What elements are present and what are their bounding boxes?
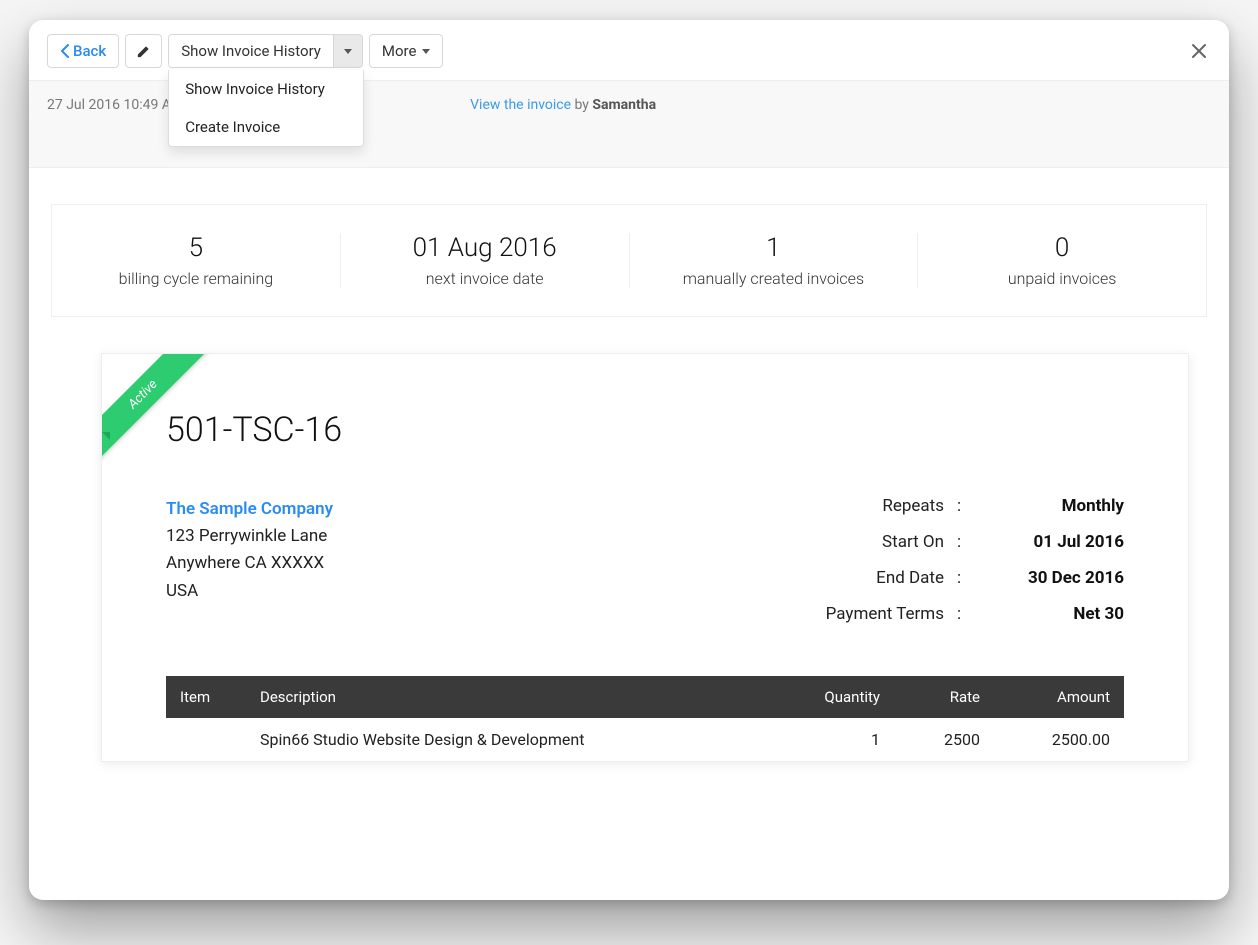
- more-button[interactable]: More: [369, 34, 444, 68]
- stat-value: 5: [52, 233, 340, 263]
- activity-by: by: [575, 97, 593, 113]
- caret-down-icon: [422, 49, 430, 54]
- stat-label: manually created invoices: [630, 269, 918, 288]
- invoice-card: Active 501-TSC-16 The Sample Company 123…: [101, 353, 1189, 762]
- stat-label: unpaid invoices: [918, 269, 1206, 288]
- close-button[interactable]: [1187, 39, 1211, 63]
- more-label: More: [382, 42, 417, 60]
- show-history-dropdown: Show Invoice History Show Invoice Histor…: [168, 34, 363, 68]
- meta-row-end: End Date : 30 Dec 2016: [784, 568, 1124, 604]
- stat-next-invoice: 01 Aug 2016 next invoice date: [341, 233, 630, 288]
- col-rate: Rate: [894, 676, 994, 718]
- company-country: USA: [166, 578, 333, 605]
- history-dropdown-menu: Show Invoice History Create Invoice: [168, 70, 364, 147]
- stat-value: 01 Aug 2016: [341, 233, 629, 263]
- line-items-table: Item Description Quantity Rate Amount Sp…: [166, 676, 1124, 761]
- company-address-2: Anywhere CA XXXXX: [166, 550, 333, 577]
- company-block: The Sample Company 123 Perrywinkle Lane …: [166, 496, 333, 640]
- stat-manual-invoices: 1 manually created invoices: [630, 233, 919, 288]
- cell-rate: 2500: [894, 718, 994, 761]
- company-address-1: 123 Perrywinkle Lane: [166, 523, 333, 550]
- meta-value: 30 Dec 2016: [974, 568, 1124, 588]
- meta-label: Repeats: [784, 496, 944, 516]
- meta-value: 01 Jul 2016: [974, 532, 1124, 552]
- activity-user: Samantha: [592, 97, 656, 113]
- invoice-number: 501-TSC-16: [166, 410, 1124, 450]
- col-item: Item: [166, 676, 246, 718]
- stat-label: next invoice date: [341, 269, 629, 288]
- meta-label: End Date: [784, 568, 944, 588]
- col-quantity: Quantity: [784, 676, 894, 718]
- col-description: Description: [246, 676, 784, 718]
- back-button[interactable]: Back: [47, 34, 119, 68]
- invoice-meta: Repeats : Monthly Start On : 01 Jul 2016…: [784, 496, 1124, 640]
- meta-label: Payment Terms: [784, 604, 944, 624]
- menu-item-show-history[interactable]: Show Invoice History: [169, 70, 363, 108]
- cell-item: [166, 728, 246, 752]
- meta-label: Start On: [784, 532, 944, 552]
- toolbar: Back Show Invoice History Show Invoice H…: [29, 20, 1229, 80]
- meta-value: Net 30: [974, 604, 1124, 624]
- show-history-caret[interactable]: [333, 35, 362, 67]
- cell-quantity: 1: [784, 718, 894, 761]
- back-label: Back: [73, 42, 106, 60]
- show-history-button[interactable]: Show Invoice History: [169, 35, 333, 67]
- invoice-detail-page: Back Show Invoice History Show Invoice H…: [29, 20, 1229, 900]
- edit-button[interactable]: [125, 34, 162, 68]
- meta-value: Monthly: [974, 496, 1124, 516]
- show-history-button-group: Show Invoice History: [168, 34, 363, 68]
- show-history-label: Show Invoice History: [181, 42, 321, 60]
- cell-amount: 2500.00: [994, 718, 1124, 761]
- stat-label: billing cycle remaining: [52, 269, 340, 288]
- pencil-icon: [136, 44, 151, 59]
- menu-item-create-invoice[interactable]: Create Invoice: [169, 108, 363, 146]
- activity-timestamp: 27 Jul 2016 10:49 AM: [47, 97, 183, 113]
- close-icon: [1190, 42, 1208, 60]
- stat-billing-cycle: 5 billing cycle remaining: [52, 233, 341, 288]
- company-name[interactable]: The Sample Company: [166, 496, 333, 523]
- activity-link[interactable]: View the invoice: [470, 97, 571, 113]
- caret-down-icon: [344, 49, 352, 54]
- stat-value: 1: [630, 233, 918, 263]
- stat-value: 0: [918, 233, 1206, 263]
- meta-row-start: Start On : 01 Jul 2016: [784, 532, 1124, 568]
- meta-row-terms: Payment Terms : Net 30: [784, 604, 1124, 640]
- invoice-details: The Sample Company 123 Perrywinkle Lane …: [166, 496, 1124, 640]
- stat-unpaid-invoices: 0 unpaid invoices: [918, 233, 1206, 288]
- col-amount: Amount: [994, 676, 1124, 718]
- line-item-row: Spin66 Studio Website Design & Developme…: [166, 718, 1124, 761]
- stats-panel: 5 billing cycle remaining 01 Aug 2016 ne…: [51, 204, 1207, 317]
- line-items-header: Item Description Quantity Rate Amount: [166, 676, 1124, 718]
- meta-row-repeats: Repeats : Monthly: [784, 496, 1124, 532]
- chevron-left-icon: [60, 44, 69, 58]
- cell-description: Spin66 Studio Website Design & Developme…: [246, 718, 784, 761]
